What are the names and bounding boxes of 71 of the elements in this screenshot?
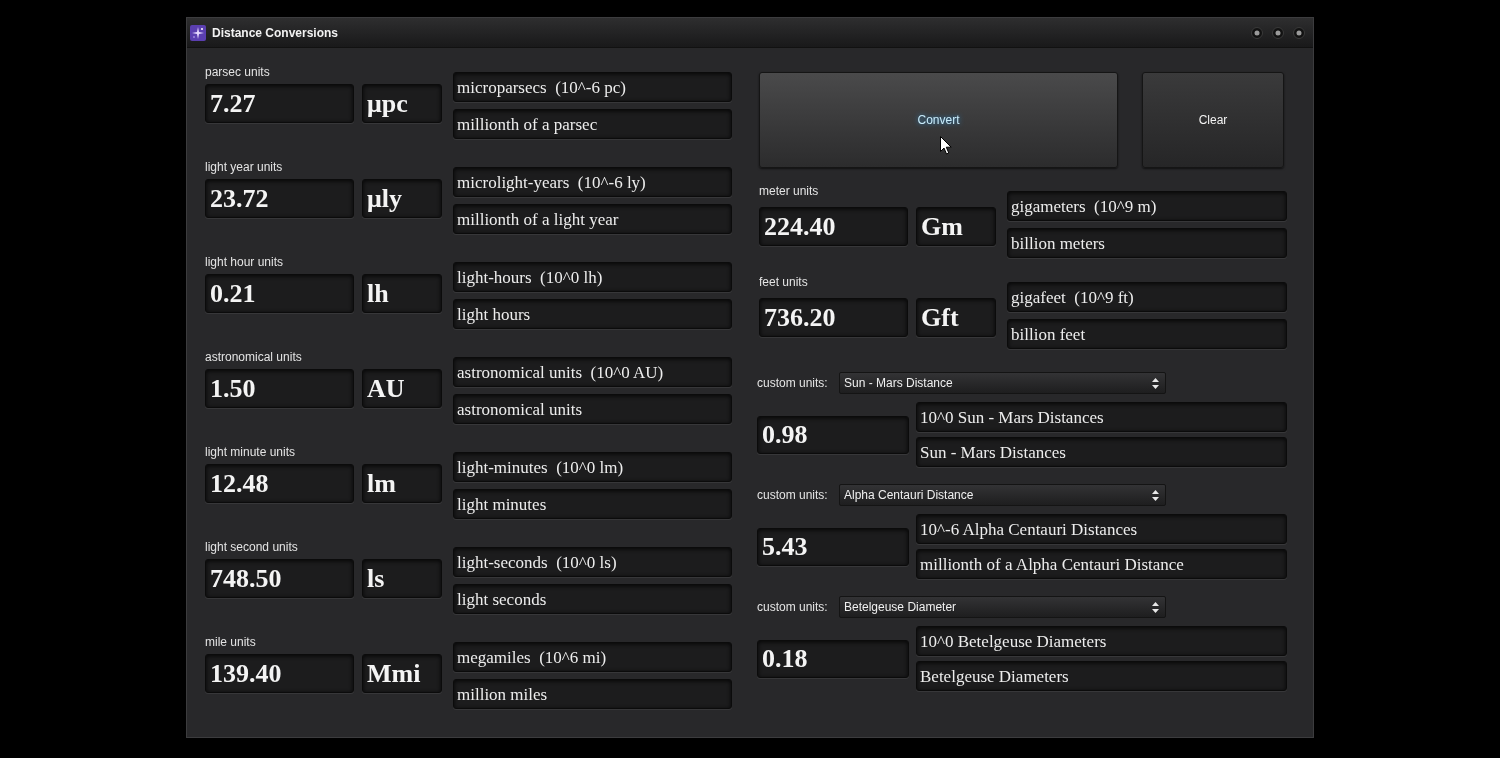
- unit-field: μpc: [362, 84, 442, 123]
- unit-label: light minute units: [205, 445, 297, 459]
- custom-units-label: custom units:: [757, 376, 829, 390]
- unit-label: light second units: [205, 540, 299, 554]
- scale-field: gigameters (10^9 m): [1007, 191, 1287, 221]
- scale-field: gigafeet (10^9 ft): [1007, 282, 1287, 312]
- value-field[interactable]: 23.72: [205, 179, 354, 218]
- unit-label: light year units: [205, 160, 284, 174]
- description-field: Betelgeuse Diameters: [916, 661, 1287, 691]
- unit-field: Gft: [916, 298, 996, 337]
- unit-field: μly: [362, 179, 442, 218]
- description-field: millionth of a Alpha Centauri Distance: [916, 549, 1287, 579]
- custom-units-label: custom units:: [757, 600, 829, 614]
- scale-field: light-seconds (10^0 ls): [453, 547, 732, 577]
- value-field[interactable]: 736.20: [759, 298, 908, 337]
- description-field: billion feet: [1007, 319, 1287, 349]
- scale-field: megamiles (10^6 mi): [453, 642, 732, 672]
- unit-field: lm: [362, 464, 442, 503]
- unit-label: astronomical units: [205, 350, 303, 364]
- scale-field: light-minutes (10^0 lm): [453, 452, 732, 482]
- description-field: billion meters: [1007, 228, 1287, 258]
- unit-dropdown[interactable]: Betelgeuse Diameter: [839, 596, 1166, 618]
- value-field[interactable]: 139.40: [205, 654, 354, 693]
- window-title: Distance Conversions: [212, 24, 339, 42]
- window-button-icon[interactable]: [1272, 26, 1284, 39]
- value-field[interactable]: 0.21: [205, 274, 354, 313]
- value-field[interactable]: 1.50: [205, 369, 354, 408]
- unit-label: mile units: [205, 635, 257, 649]
- scale-field: 10^0 Sun - Mars Distances: [916, 402, 1287, 432]
- unit-label: light hour units: [205, 255, 285, 269]
- value-field[interactable]: 7.27: [205, 84, 354, 123]
- unit-field: ls: [362, 559, 442, 598]
- action-button[interactable]: Convert: [759, 72, 1118, 168]
- unit-field: Gm: [916, 207, 996, 246]
- unit-dropdown[interactable]: Sun - Mars Distance: [839, 372, 1166, 394]
- window-button-icon[interactable]: [1251, 26, 1263, 39]
- custom-units-label: custom units:: [757, 488, 829, 502]
- scale-field: light-hours (10^0 lh): [453, 262, 732, 292]
- description-field: light minutes: [453, 489, 732, 519]
- scale-field: microparsecs (10^-6 pc): [453, 72, 732, 102]
- unit-field: AU: [362, 369, 442, 408]
- description-field: million miles: [453, 679, 732, 709]
- scale-field: astronomical units (10^0 AU): [453, 357, 732, 387]
- scale-field: 10^0 Betelgeuse Diameters: [916, 626, 1287, 656]
- up-down-arrows-icon: [1152, 489, 1159, 501]
- unit-field: Mmi: [362, 654, 442, 693]
- description-field: light seconds: [453, 584, 732, 614]
- description-field: millionth of a light year: [453, 204, 732, 234]
- window-button-icon[interactable]: [1293, 26, 1305, 39]
- value-field[interactable]: 0.18: [757, 639, 909, 678]
- unit-label: feet units: [759, 275, 809, 289]
- description-field: astronomical units: [453, 394, 732, 424]
- scale-field: microlight-years (10^-6 ly): [453, 167, 732, 197]
- mouse-cursor-icon: [940, 136, 952, 155]
- unit-label: parsec units: [205, 65, 271, 79]
- value-field[interactable]: 5.43: [757, 527, 909, 566]
- action-button[interactable]: Clear: [1142, 72, 1284, 168]
- unit-label: meter units: [759, 184, 820, 198]
- up-down-arrows-icon: [1152, 377, 1159, 389]
- description-field: Sun - Mars Distances: [916, 437, 1287, 467]
- value-field[interactable]: 224.40: [759, 207, 908, 246]
- description-field: light hours: [453, 299, 732, 329]
- value-field[interactable]: 748.50: [205, 559, 354, 598]
- scale-field: 10^-6 Alpha Centauri Distances: [916, 514, 1287, 544]
- unit-field: lh: [362, 274, 442, 313]
- description-field: millionth of a parsec: [453, 109, 732, 139]
- unit-dropdown[interactable]: Alpha Centauri Distance: [839, 484, 1166, 506]
- up-down-arrows-icon: [1152, 601, 1159, 613]
- value-field[interactable]: 0.98: [757, 415, 909, 454]
- value-field[interactable]: 12.48: [205, 464, 354, 503]
- app-icon: [190, 24, 206, 41]
